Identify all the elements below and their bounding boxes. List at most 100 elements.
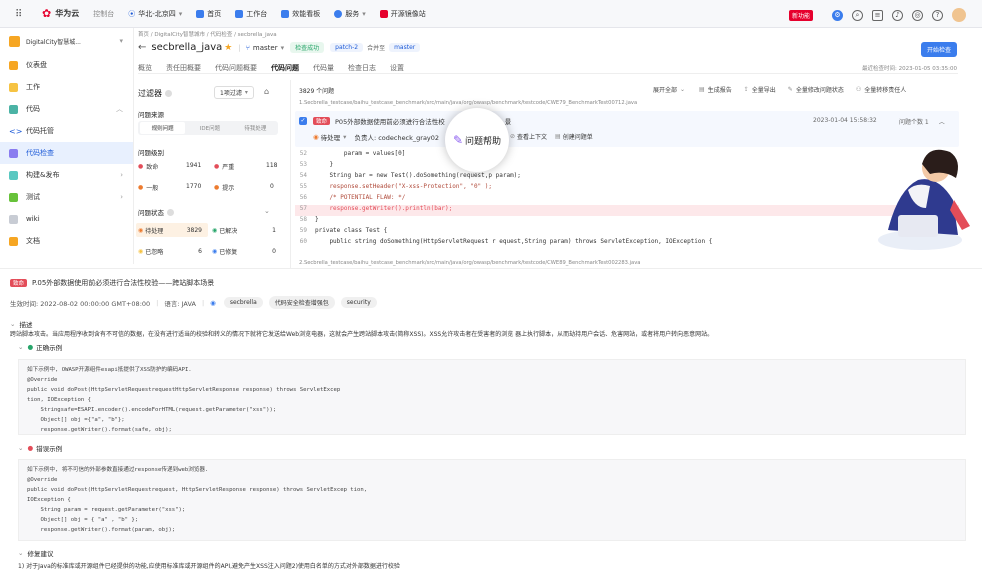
export-all-button[interactable]: 全量导出 (752, 85, 776, 94)
code-text: private class Test { (315, 227, 388, 234)
region-selector[interactable]: ⦿ 华北-北京四 ▾ (128, 9, 182, 19)
issue-occurrence-count: 问题个数 1 (899, 119, 929, 126)
status-resolved[interactable]: ◉ 已解决 1 (212, 223, 278, 237)
issue-title[interactable]: P05外部数据使用前必须进行合法性校 (335, 116, 445, 126)
modify-status-button[interactable]: 全量修改问题状态 (796, 85, 844, 94)
issue-status[interactable]: 待处理 (321, 132, 341, 142)
region-label: 华北-北京四 (138, 9, 176, 18)
view-context-button[interactable]: 查看上下文 (517, 132, 547, 141)
tab-settings[interactable]: 设置 (390, 63, 404, 73)
project-name: DigitalCity智慧城... (26, 38, 81, 46)
bad-example-code: 如下示例中, 将不可信的外部参数直接通过response传递到web浏览器. @… (18, 459, 966, 541)
file-path[interactable]: 2.Secbrella_testcase/baihu_testcase_benc… (299, 260, 640, 266)
source-tab-mine[interactable]: 待我处理 (233, 124, 278, 132)
status-label: 已解决 (219, 227, 238, 235)
sidebar-item-codecheck[interactable]: 代码检查 (0, 142, 133, 164)
search-icon[interactable]: ⌕ (852, 9, 863, 21)
nav-mirror[interactable]: 开源镜像站 (379, 9, 426, 19)
checkbox[interactable]: ✓ (299, 117, 307, 125)
nav-services-label: 服务 (345, 9, 360, 18)
nav-mirror-label: 开源镜像站 (390, 9, 426, 18)
new-feature-badge[interactable]: 新功能 (788, 9, 813, 21)
info-icon (165, 90, 172, 97)
sidebar-item-docs[interactable]: 文档 (0, 230, 133, 252)
chevron-up-icon[interactable]: ︿ (939, 117, 945, 126)
level-count: 118 (266, 162, 278, 169)
line-number: 55 (299, 183, 307, 190)
expand-all-button[interactable]: 展开全部 (653, 85, 677, 94)
good-example-header[interactable]: ⌄ ● 正确示例 (18, 342, 62, 352)
level-fatal[interactable]: ● 致命 (138, 162, 158, 171)
huawei-flower-icon: ✿ (42, 7, 52, 20)
level-normal[interactable]: ● 一般 (138, 183, 158, 192)
issue-owner[interactable]: 负责人: codecheck_gray02 (354, 132, 439, 142)
clear-filter-icon[interactable]: ⌂ (264, 87, 269, 96)
tab-overview[interactable]: 概览 (138, 63, 152, 73)
services-icon (334, 9, 343, 18)
sidebar-item-code[interactable]: 代码 ︿ (0, 98, 133, 120)
star-icon[interactable]: ★ (224, 43, 232, 53)
source-tab-rule[interactable]: 规则问题 (140, 122, 186, 134)
sidebar-item-label: 代码 (26, 105, 40, 113)
bad-example-header[interactable]: ⌄ ● 错误示例 (18, 443, 62, 453)
chevron-down-icon[interactable]: ⌄ (264, 207, 270, 215)
help-icon[interactable]: ? (932, 9, 943, 21)
desc-header[interactable]: ⌄ 描述 (10, 319, 32, 329)
issue-time: 2023-01-04 15:58:32 (813, 117, 877, 124)
create-ticket-button[interactable]: 创建问题单 (563, 132, 593, 141)
status-fixed[interactable]: ◉ 已修复 0 (212, 244, 278, 258)
error-circle-icon: ● (27, 444, 34, 452)
status-ignored[interactable]: ◉ 已忽略 6 (136, 244, 208, 258)
start-check-button[interactable]: 开始检查 (921, 42, 958, 57)
huawei-logo[interactable]: ✿ 华为云 (42, 7, 79, 20)
help-title: P.05外部数据使用前必须进行合法性校验——跨站脚本场景 (32, 279, 215, 287)
code-text: public string doSomething(HttpServletReq… (315, 238, 713, 245)
globe-icon[interactable]: ◎ (912, 9, 923, 21)
status-title: 问题状态 (138, 209, 164, 217)
line-number: 52 (299, 150, 307, 157)
file-path[interactable]: 1.Secbrella_testcase/baihu_testcase_benc… (299, 100, 637, 106)
sidebar-item-repo[interactable]: <> 代码托管 (0, 120, 133, 142)
sidebar-item-wiki[interactable]: wiki (0, 208, 133, 230)
sidebar-item-dashboard[interactable]: 仪表盘 (0, 54, 133, 76)
tab-issue-summary[interactable]: 代码问题概要 (215, 63, 257, 73)
console-link[interactable]: 控制台 (93, 9, 114, 19)
brand-name: 华为云 (55, 9, 80, 18)
chevron-down-icon: ⌄ (10, 320, 16, 328)
project-selector[interactable]: DigitalCity智慧城... ▾ (0, 28, 133, 54)
document-icon[interactable]: ≡ (872, 9, 883, 21)
sidebar-item-label: 工作 (26, 83, 40, 91)
fix-text: 1) 对于Java的标准库或开源组件已经提供的功能,应使用标准库或开源组件的AP… (18, 563, 400, 570)
tab-code-volume[interactable]: 代码量 (313, 63, 334, 73)
bell-icon[interactable]: ♪ (892, 9, 903, 21)
help-magnifier[interactable]: ✎ 问题帮助 (445, 108, 509, 172)
source-tab-ide[interactable]: IDE问题 (187, 124, 232, 132)
avatar[interactable] (952, 8, 966, 22)
level-hint[interactable]: ● 提示 (214, 183, 234, 192)
info-icon (167, 208, 174, 216)
work-icon (9, 82, 18, 92)
transfer-owner-button[interactable]: 全量转移责任人 (864, 85, 906, 94)
nav-home[interactable]: 首页 (196, 9, 221, 19)
tab-issues[interactable]: 代码问题 (271, 63, 299, 73)
sidebar-item-work[interactable]: 工作 (0, 76, 133, 98)
sidebar-item-label: 代码检查 (26, 149, 54, 157)
nav-workbench[interactable]: 工作台 (235, 9, 267, 19)
filter-dropdown[interactable]: 1项过滤 ▾ (214, 86, 254, 99)
settings-icon[interactable]: ⚙ (832, 9, 843, 21)
status-pending[interactable]: ◉ 待处理 3829 (136, 223, 208, 237)
nav-dashboard[interactable]: 效能看板 (281, 9, 320, 19)
code-text: } (315, 161, 334, 168)
generate-report-button[interactable]: 生成报告 (708, 85, 732, 94)
fix-header[interactable]: ⌄ 修复建议 (18, 548, 53, 558)
chevron-down-icon: ⌄ (18, 549, 24, 557)
sidebar-item-build[interactable]: 构建&发布 › (0, 164, 133, 186)
tab-check-log[interactable]: 检查日志 (348, 63, 376, 73)
tab-responsibility[interactable]: 责任田概要 (166, 63, 201, 73)
back-arrow-icon[interactable]: ← (138, 42, 146, 53)
nav-services[interactable]: 服务 ▾ (334, 9, 366, 19)
apps-grid-icon[interactable]: ⠿ (15, 9, 22, 20)
level-serious[interactable]: ● 严重 (214, 162, 234, 171)
sidebar-item-test[interactable]: 测试 › (0, 186, 133, 208)
branch-label[interactable]: master (253, 44, 278, 52)
